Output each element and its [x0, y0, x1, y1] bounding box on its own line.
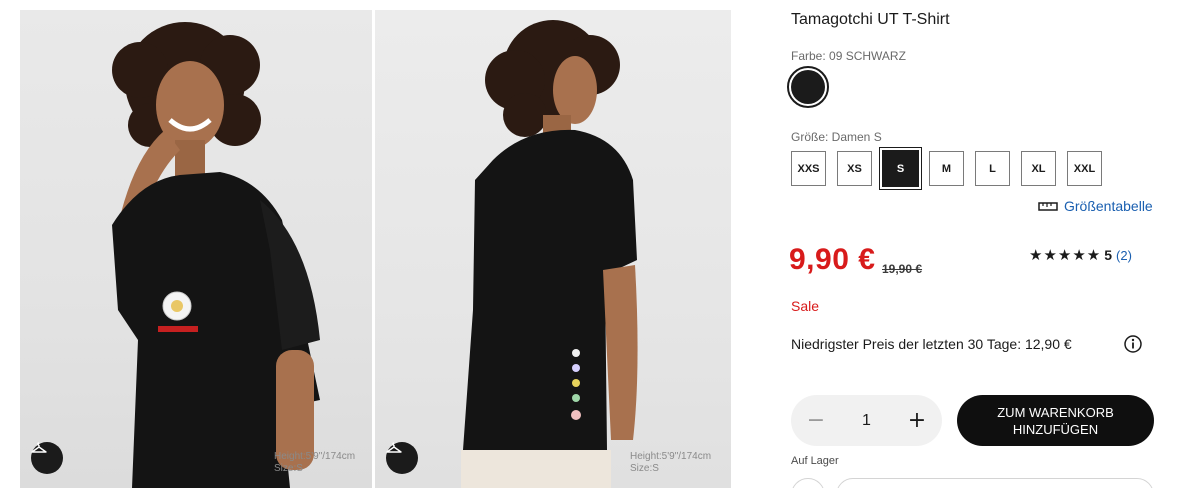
color-swatch-fill — [791, 70, 825, 104]
add-to-cart-button[interactable]: ZUM WARENKORB HINZUFÜGEN — [957, 395, 1154, 446]
size-option-xxl[interactable]: XXL — [1067, 151, 1102, 186]
color-swatch-black[interactable] — [787, 66, 829, 108]
hanger-icon — [386, 442, 402, 453]
original-price: 19,90 € — [882, 262, 923, 276]
model-back-illustration — [461, 20, 638, 488]
model-height: Height:5'9"/174cm — [630, 451, 712, 462]
stock-status: Auf Lager — [791, 455, 839, 467]
lowest-price-note: Niedrigster Preis der letzten 30 Tage: 1… — [791, 336, 1072, 352]
wishlist-button[interactable] — [791, 478, 825, 488]
quantity-increase-button[interactable]: + — [906, 408, 928, 433]
size-option-s[interactable]: S — [882, 150, 919, 187]
rating-stars: ★★★★★ — [1029, 247, 1102, 264]
review-count-link[interactable]: (2) — [1116, 248, 1132, 263]
sale-badge: Sale — [791, 298, 820, 314]
product-title: Tamagotchi UT T-Shirt — [791, 11, 950, 28]
product-rating: ★★★★★ 5 (2) — [1029, 246, 1132, 264]
size-option-xxs[interactable]: XXS — [791, 151, 826, 186]
quantity-decrease-button[interactable]: − — [805, 408, 827, 433]
current-price: 9,90 € — [789, 243, 876, 276]
store-availability-button[interactable] — [836, 478, 1154, 488]
ruler-icon — [1038, 202, 1058, 211]
size-selector: XXS XS S M L XL XXL — [791, 150, 1113, 187]
info-icon[interactable] — [1123, 334, 1143, 354]
model-size: Size:S — [630, 463, 659, 474]
size-option-xs[interactable]: XS — [837, 151, 872, 186]
size-chart-link[interactable]: Größentabelle — [1038, 198, 1153, 214]
size-chart-label[interactable]: Größentabelle — [1064, 198, 1153, 214]
model-info: Height:5'9"/174cm Size:S — [630, 451, 711, 475]
model-front-illustration — [112, 22, 320, 488]
rating-score: 5 — [1104, 247, 1113, 263]
model-height: Height:5'9"/174cm — [274, 451, 356, 462]
product-image-front[interactable]: Height:5'9"/174cm Size:S — [20, 10, 372, 488]
color-label: Farbe: 09 SCHWARZ — [791, 49, 906, 63]
size-option-xl[interactable]: XL — [1021, 151, 1056, 186]
quantity-value: 1 — [862, 411, 871, 429]
product-image-back[interactable]: Height:5'9"/174cm Size:S — [375, 10, 731, 488]
model-size: Size:S — [274, 463, 303, 474]
size-option-l[interactable]: L — [975, 151, 1010, 186]
size-label: Größe: Damen S — [791, 130, 882, 144]
model-info: Height:5'9"/174cm Size:S — [274, 451, 355, 475]
hanger-button[interactable] — [31, 442, 63, 474]
size-option-m[interactable]: M — [929, 151, 964, 186]
hanger-icon — [31, 442, 47, 453]
hanger-button[interactable] — [386, 442, 418, 474]
quantity-stepper: − 1 + — [791, 395, 942, 446]
